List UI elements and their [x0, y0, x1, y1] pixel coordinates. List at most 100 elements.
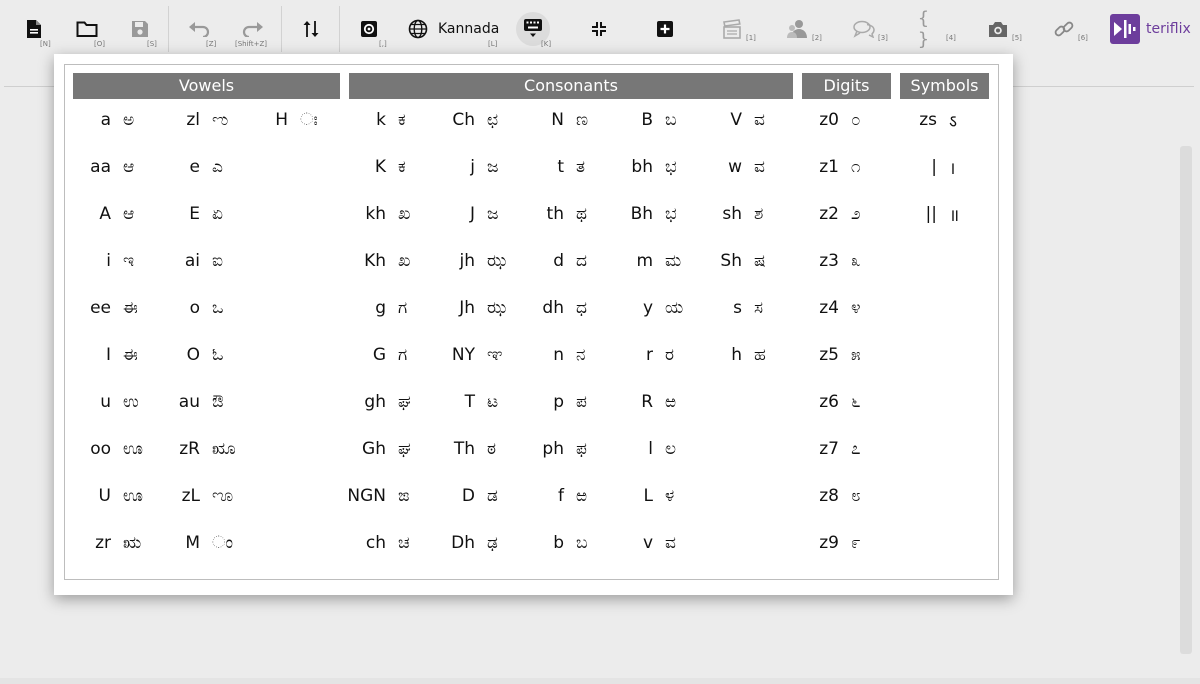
mapping-entry: Bಬ — [614, 108, 676, 132]
clapperboard-icon — [723, 19, 741, 39]
mapping-entry: z4 ೪ — [796, 296, 860, 320]
mapping-entry: Iಈ — [84, 343, 138, 367]
kannada-character: ೯ — [851, 533, 861, 553]
link-button[interactable] — [1052, 8, 1076, 50]
kannada-character: ಳ — [665, 486, 675, 506]
latin-key: R — [641, 392, 653, 412]
toolbar-separator — [339, 6, 340, 52]
kannada-character: ಫ — [576, 439, 587, 459]
latin-key: T — [464, 392, 475, 412]
kannada-character: ಧ — [576, 298, 587, 318]
mapping-entry: | । — [894, 155, 955, 179]
kannada-character: ದ — [576, 251, 587, 271]
kannada-character: ೡ — [212, 486, 234, 506]
latin-key: U — [98, 486, 111, 506]
kannada-character: ಒ — [212, 298, 224, 318]
kannada-character: ಝ — [487, 251, 507, 271]
mapping-entry: Sh ಷ — [704, 249, 765, 273]
kannada-character: ಲ — [665, 439, 677, 459]
latin-key: Kh — [364, 251, 386, 271]
mapping-entry: sh ಶ — [704, 202, 763, 226]
latin-key: z1 — [819, 157, 839, 177]
undo-shortcut: [Z] — [206, 40, 217, 48]
mapping-entry: ee ಈ — [84, 296, 138, 320]
swap-direction-button[interactable] — [300, 8, 322, 50]
users-button[interactable] — [786, 8, 810, 50]
mapping-entry: z5 ೫ — [796, 343, 860, 367]
mapping-entry: z3 ೩ — [796, 249, 860, 273]
latin-key: h — [731, 345, 742, 365]
kannada-character: ಗ — [398, 345, 408, 365]
kannada-character: ಌ — [212, 110, 229, 130]
kannada-character: ಘ — [398, 392, 411, 412]
kannada-character: । — [949, 158, 956, 179]
kannada-character: ೧ — [851, 157, 861, 177]
kannada-character: ಊ — [123, 486, 143, 506]
kannada-character: ಚ — [398, 533, 410, 553]
kannada-character: ಹ — [754, 345, 766, 365]
kannada-character: ಶ — [754, 204, 764, 224]
kannada-character: ವ — [754, 157, 765, 177]
latin-key: J — [469, 204, 475, 224]
kannada-character: ಆ — [123, 157, 135, 177]
minimize-button[interactable] — [588, 8, 610, 50]
latin-key: zL — [181, 486, 200, 506]
add-button[interactable] — [654, 8, 676, 50]
toolbar-separator — [281, 6, 282, 52]
latin-key: zr — [95, 533, 111, 553]
mapping-entry: iಇ — [84, 249, 134, 273]
latin-key: D — [461, 486, 475, 506]
kannada-character: ರ — [665, 345, 674, 365]
latin-key: f — [558, 486, 564, 506]
mapping-entry: Uಊ — [84, 484, 143, 508]
keyboard-shortcut: [K] — [541, 40, 552, 48]
code-button[interactable]: { } — [918, 8, 944, 50]
latin-key: y — [642, 298, 653, 318]
kannada-character: ಔ — [212, 392, 224, 412]
kannada-character: ಈ — [123, 345, 138, 365]
kannada-character: ಯ — [665, 298, 684, 318]
mapping-entry: Kh ಖ — [344, 249, 410, 273]
kannada-character: ೠ — [212, 439, 236, 459]
braces-icon: { } — [918, 8, 929, 50]
swap-arrows-icon — [303, 21, 319, 37]
mapping-entry: dದ — [524, 249, 587, 273]
clapper-button[interactable] — [720, 8, 744, 50]
kannada-character: ಝ — [487, 298, 507, 318]
redo-shortcut: [Shift+Z] — [235, 40, 268, 48]
kannada-character: ಭ — [665, 157, 677, 177]
consonants-header: Consonants — [349, 73, 793, 99]
mapping-entry: Gh ಘ — [344, 437, 411, 461]
mapping-entry: yಯ — [614, 296, 683, 320]
mapping-entry: Aಆ — [84, 202, 134, 226]
mapping-entry: bಬ — [524, 531, 587, 555]
latin-key: O — [186, 345, 200, 365]
latin-key: NY — [451, 345, 475, 365]
mapping-entry: vವ — [614, 531, 676, 555]
mapping-entry: tತ — [524, 155, 585, 179]
comments-button[interactable] — [852, 8, 876, 50]
keyboard-icon — [524, 19, 542, 37]
plus-box-icon — [657, 21, 673, 37]
latin-key: b — [553, 533, 564, 553]
language-selector[interactable]: Kannada — [408, 8, 500, 50]
latin-key: w — [728, 157, 742, 177]
mapping-entry: || ॥ — [894, 202, 960, 226]
mapping-entry: z9 ೯ — [796, 531, 861, 555]
screenshot-button[interactable] — [986, 8, 1010, 50]
latin-key: H — [275, 110, 288, 130]
kannada-character: ೨ — [851, 204, 861, 224]
mapping-entry: bh ಭ — [614, 155, 677, 179]
kannada-character: ऽ — [949, 111, 957, 132]
latin-key: s — [733, 298, 742, 318]
kannada-character: ಛ — [487, 110, 499, 130]
settings-button[interactable] — [358, 8, 380, 50]
mapping-entry: wವ — [704, 155, 765, 179]
language-shortcut: [L] — [488, 40, 498, 48]
mapping-entry: aಅ — [84, 108, 135, 132]
kannada-character: ಖ — [398, 204, 411, 224]
editor-scrollbar[interactable] — [1180, 146, 1192, 654]
kannada-character: ಇ — [123, 251, 135, 271]
latin-key: au — [178, 392, 200, 412]
kannada-character: ಐ — [212, 251, 223, 271]
